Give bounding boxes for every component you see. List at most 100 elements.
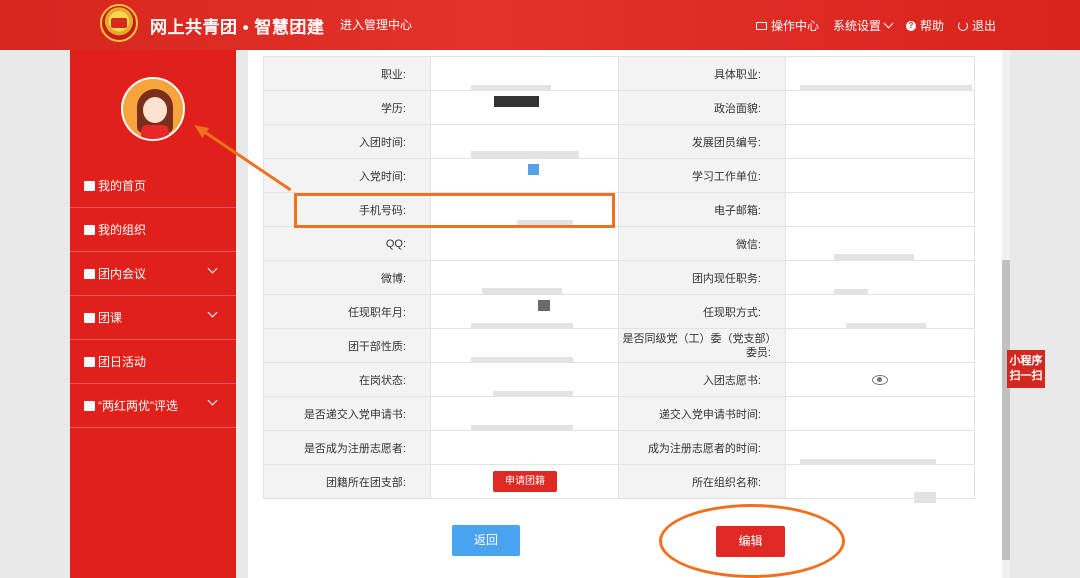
field-label: 任现职年月:: [263, 294, 431, 329]
admin-center-link[interactable]: 进入管理中心: [340, 16, 412, 33]
field-label: 是否成为注册志愿者:: [263, 430, 431, 465]
help-icon: ?: [905, 20, 916, 31]
league-logo-icon: [100, 4, 138, 42]
scrollbar-thumb[interactable]: [1002, 260, 1010, 560]
apply-membership-button[interactable]: 申请团籍: [493, 471, 557, 492]
field-label: 所在组织名称:: [618, 464, 786, 499]
field-value: [785, 192, 975, 227]
phone-field-highlight: [294, 193, 615, 228]
field-label: QQ:: [263, 226, 431, 261]
field-label: 入团志愿书:: [618, 362, 786, 397]
field-label: 电子邮箱:: [618, 192, 786, 227]
avatar-face: [143, 97, 167, 123]
field-value: [430, 294, 619, 334]
sidebar-menu: 我的首页 我的组织 团内会议 团课 团日活动 “两红两优”评选: [70, 164, 236, 428]
table-row: QQ: 微信:: [263, 226, 975, 265]
recycle-icon: [84, 356, 95, 367]
nav-operation-center-label: 操作中心: [770, 19, 819, 33]
field-label: 成为注册志愿者的时间:: [618, 430, 786, 465]
table-row: 团干部性质: 是否同级党（工）委（党支部）委员:: [263, 328, 975, 368]
folder-icon: [84, 312, 95, 323]
sidebar-item-label: 我的组织: [98, 223, 147, 237]
table-row: 任现职年月: 任现职方式:: [263, 294, 975, 334]
nav-logout[interactable]: 退出: [957, 17, 996, 34]
field-label: 是否同级党（工）委（党支部）委员:: [618, 328, 786, 363]
field-value: 申请团籍: [430, 464, 619, 499]
avatar-body: [141, 125, 169, 139]
view-eye-icon[interactable]: [872, 375, 888, 385]
field-label: 递交入党申请书时间:: [618, 396, 786, 431]
field-label: 政治面貌:: [618, 90, 786, 125]
sidebar-item-label: 团课: [98, 311, 123, 325]
back-button[interactable]: 返回: [452, 525, 520, 556]
chevron-down-icon: [207, 263, 218, 274]
table-row: 职业: 具体职业:: [263, 56, 975, 96]
field-value: [785, 464, 975, 503]
field-label: 具体职业:: [618, 56, 786, 91]
field-value: [785, 260, 975, 300]
nav-help-label: 帮助: [919, 19, 944, 33]
field-value: [430, 56, 619, 96]
top-bar: 网上共青团 • 智慧团建 进入管理中心 操作中心 系统设置 ? 帮助 退出: [0, 0, 1080, 50]
sidebar-item-label: 团内会议: [98, 267, 147, 281]
sidebar-item-selection[interactable]: “两红两优”评选: [70, 384, 236, 428]
field-label: 学习工作单位:: [618, 158, 786, 193]
field-value: [430, 124, 619, 162]
field-value: [785, 328, 975, 363]
field-label: 发展团员编号:: [618, 124, 786, 159]
field-value: [430, 362, 619, 402]
redacted-value: [914, 492, 936, 503]
field-label: 微博:: [263, 260, 431, 295]
scrollbar[interactable]: [1002, 50, 1010, 578]
field-label: 是否递交入党申请书:: [263, 396, 431, 431]
field-label: 学历:: [263, 90, 431, 125]
field-value: [430, 396, 619, 436]
field-value: [430, 226, 619, 261]
sidebar-item-my-org[interactable]: 我的组织: [70, 208, 236, 252]
mini-program-badge[interactable]: 小程序扫一扫: [1007, 350, 1045, 388]
users-icon: [84, 224, 95, 235]
redacted-value: [538, 300, 550, 311]
table-row: 微博: 团内现任职务:: [263, 260, 975, 300]
sidebar-item-activities[interactable]: 团日活动: [70, 340, 236, 384]
power-icon: [957, 20, 968, 31]
sidebar-item-label: 团日活动: [98, 355, 147, 369]
field-label: 入团时间:: [263, 124, 431, 159]
field-value: [785, 226, 975, 265]
sidebar-item-home[interactable]: 我的首页: [70, 164, 236, 208]
top-nav: 操作中心 系统设置 ? 帮助 退出: [755, 17, 996, 34]
field-label: 团内现任职务:: [618, 260, 786, 295]
nav-help[interactable]: ? 帮助: [905, 17, 944, 34]
redacted-value: [528, 164, 539, 175]
field-value: [430, 430, 619, 465]
chevron-down-icon: [883, 18, 894, 29]
field-value: [430, 260, 619, 299]
table-row: 是否成为注册志愿者: 成为注册志愿者的时间:: [263, 430, 975, 470]
field-label: 团籍所在团支部:: [263, 464, 431, 499]
table-row: 入团时间: 发展团员编号:: [263, 124, 975, 162]
sidebar-item-label: 我的首页: [98, 179, 147, 193]
field-value: [785, 362, 975, 397]
field-label: 在岗状态:: [263, 362, 431, 397]
field-value: [785, 158, 975, 193]
nav-operation-center[interactable]: 操作中心: [755, 17, 819, 34]
table-row: 团籍所在团支部: 申请团籍 所在组织名称:: [263, 464, 975, 503]
nav-system-settings-label: 系统设置: [832, 19, 881, 33]
field-label: 任现职方式:: [618, 294, 786, 329]
avatar[interactable]: [121, 77, 185, 141]
sidebar-item-courses[interactable]: 团课: [70, 296, 236, 340]
nav-logout-label: 退出: [971, 19, 996, 33]
field-value: [430, 328, 619, 368]
edit-icon: [84, 400, 95, 411]
field-value: [430, 90, 619, 125]
field-label: 团干部性质:: [263, 328, 431, 363]
sidebar: 我的首页 我的组织 团内会议 团课 团日活动 “两红两优”评选: [70, 50, 236, 578]
field-value: [430, 158, 619, 193]
member-info-table: 职业: 具体职业: 学历: 政治面貌: 入团时间: 发展团员编号: 入党时间: …: [263, 56, 975, 503]
table-row: 是否递交入党申请书: 递交入党申请书时间:: [263, 396, 975, 436]
chevron-down-icon: [207, 395, 218, 406]
sidebar-item-meetings[interactable]: 团内会议: [70, 252, 236, 296]
field-label: 职业:: [263, 56, 431, 91]
nav-system-settings[interactable]: 系统设置: [832, 17, 894, 34]
edit-icon: [84, 268, 95, 279]
